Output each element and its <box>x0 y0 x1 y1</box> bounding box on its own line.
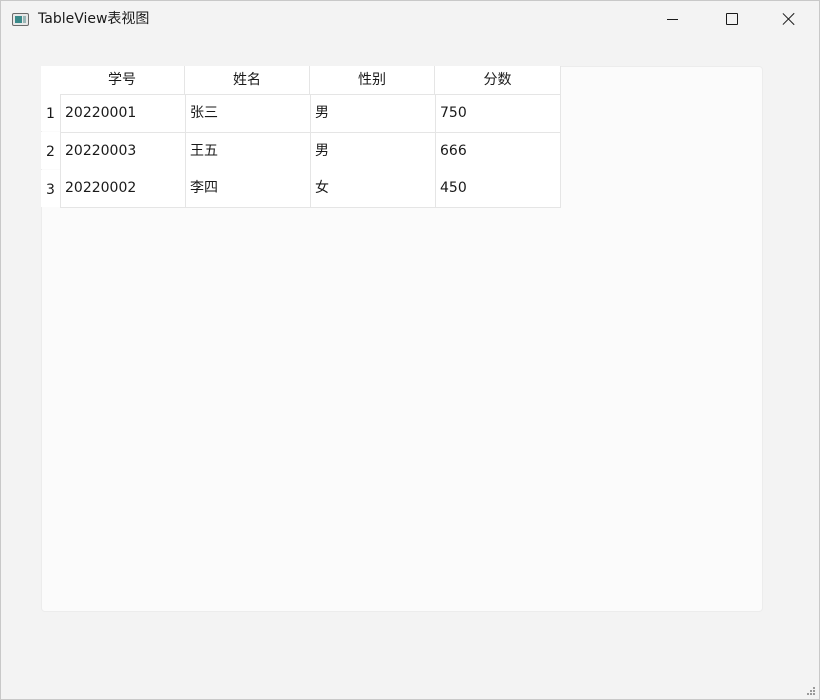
app-icon-block-small <box>23 16 26 23</box>
table-cell[interactable]: 张三 <box>186 95 311 133</box>
resize-grip-icon[interactable] <box>807 687 817 697</box>
table-cell[interactable]: 男 <box>311 133 436 171</box>
table-cell[interactable]: 20220001 <box>61 95 186 133</box>
row-header-3[interactable]: 3 <box>41 170 60 207</box>
grip-dot <box>807 693 809 695</box>
grip-dot <box>813 687 815 689</box>
column-header-score[interactable]: 分数 <box>435 66 561 94</box>
table-corner-button[interactable] <box>41 66 60 94</box>
table-cell[interactable]: 20220002 <box>61 170 186 208</box>
column-header-gender[interactable]: 性别 <box>310 66 435 94</box>
window-title: TableView表视图 <box>38 11 150 27</box>
table-cell[interactable]: 750 <box>436 95 561 133</box>
main-window: TableView表视图 学号 姓名 性别 分数 1 2 3 20220001 … <box>0 0 820 700</box>
maximize-icon <box>726 13 738 25</box>
grip-dot <box>810 693 812 695</box>
grip-dot <box>813 690 815 692</box>
title-bar[interactable]: TableView表视图 <box>1 1 819 37</box>
window-app-icon[interactable] <box>12 13 29 26</box>
column-header-name[interactable]: 姓名 <box>185 66 310 94</box>
table-cell[interactable]: 李四 <box>186 170 311 208</box>
row-header-1[interactable]: 1 <box>41 94 60 131</box>
table-cell[interactable]: 450 <box>436 170 561 208</box>
grip-dot <box>813 693 815 695</box>
maximize-button[interactable] <box>702 1 760 37</box>
table-cell[interactable]: 666 <box>436 133 561 171</box>
table-cell[interactable]: 男 <box>311 95 436 133</box>
table-cell[interactable]: 女 <box>311 170 436 208</box>
table-cell[interactable]: 20220003 <box>61 133 186 171</box>
close-icon <box>782 12 796 26</box>
close-button[interactable] <box>760 1 818 37</box>
column-header-student-id[interactable]: 学号 <box>60 66 185 94</box>
minimize-button[interactable] <box>644 1 702 37</box>
row-header-2[interactable]: 2 <box>41 132 60 169</box>
minimize-icon <box>667 19 678 20</box>
grip-dot <box>810 690 812 692</box>
app-icon-block <box>15 16 22 23</box>
table-cell[interactable]: 王五 <box>186 133 311 171</box>
